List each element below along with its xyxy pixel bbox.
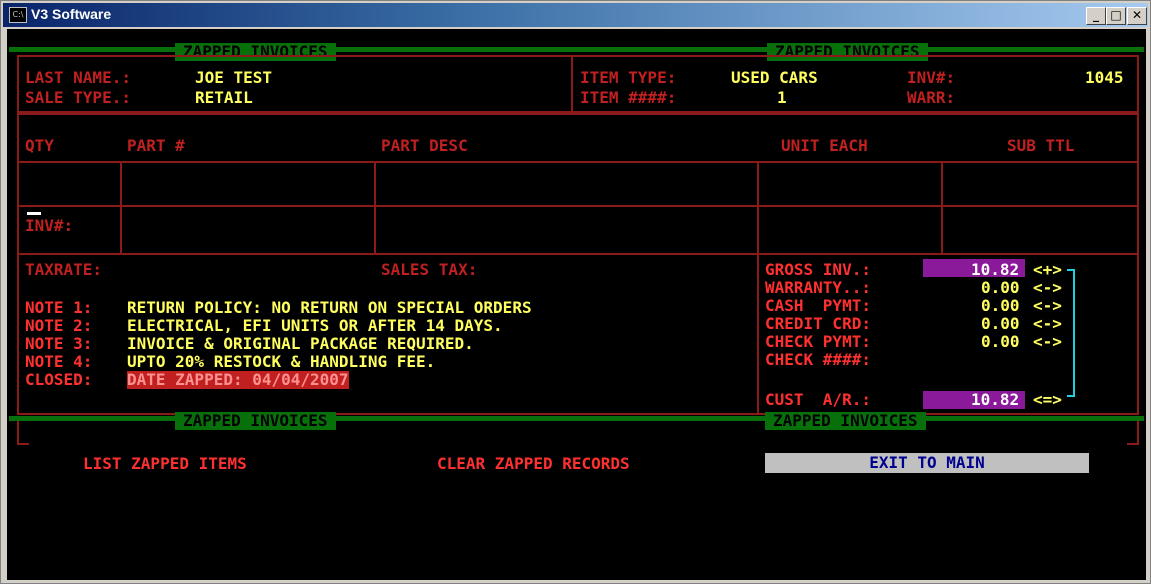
credit-crd-value[interactable]: 0.00 (981, 315, 1020, 333)
cash-pymt-value[interactable]: 0.00 (981, 297, 1020, 315)
last-name-label: LAST NAME.: (25, 68, 131, 87)
grid-hline (17, 205, 1139, 207)
warr-label: WARR: (907, 88, 956, 107)
gross-inv-value: 10.82 (971, 260, 1020, 279)
date-zapped: DATE ZAPPED: 04/04/2007 (127, 370, 349, 389)
totals-bracket (1073, 269, 1075, 397)
sale-type-value[interactable]: RETAIL (195, 89, 253, 107)
footer-title-right: ZAPPED INVOICES (765, 412, 926, 430)
summary-divider (757, 253, 759, 415)
frame-edge (17, 421, 19, 445)
col-sub-ttl: SUB TTL (1007, 136, 1075, 155)
grid-vline (374, 161, 376, 255)
col-qty: QTY (25, 136, 54, 155)
grid-vline (941, 161, 943, 255)
title-bar[interactable]: C:\ V3 Software _ □ ✕ (3, 3, 1148, 27)
app-window: C:\ V3 Software _ □ ✕ ZAPPED INVOICES ZA… (0, 0, 1151, 584)
inv-label: INV#: (907, 68, 956, 87)
note-2-label: NOTE 2: (25, 316, 93, 335)
check-pymt-value[interactable]: 0.00 (981, 333, 1020, 351)
warranty-sign: <-> (1033, 278, 1062, 297)
cash-pymt-sign: <-> (1033, 296, 1062, 315)
sales-tax-label: SALES TAX: (381, 260, 478, 279)
sale-type-label: SALE TYPE.: (25, 88, 131, 107)
warranty-value[interactable]: 0.00 (981, 279, 1020, 297)
frame-edge (1127, 443, 1139, 445)
note-3-label: NOTE 3: (25, 334, 93, 353)
last-name-value[interactable]: JOE TEST (195, 69, 272, 87)
col-unit-each: UNIT EACH (781, 136, 868, 155)
exit-to-main-button[interactable]: EXIT TO MAIN (765, 453, 1089, 473)
gross-inv-sign: <+> (1033, 260, 1062, 279)
credit-crd-label: CREDIT CRD: (765, 314, 871, 333)
maximize-button[interactable]: □ (1106, 7, 1126, 25)
credit-crd-sign: <-> (1033, 314, 1062, 333)
footer-title-left: ZAPPED INVOICES (175, 412, 336, 430)
cursor (27, 212, 41, 215)
grid-hline (17, 161, 1139, 163)
check-pymt-sign: <-> (1033, 332, 1062, 351)
note-4-label: NOTE 4: (25, 352, 93, 371)
col-part-desc: PART DESC (381, 136, 468, 155)
grid-vline (120, 161, 122, 255)
item-type-label: ITEM TYPE: (580, 68, 677, 87)
frame-edge (1137, 421, 1139, 445)
check-pymt-label: CHECK PYMT: (765, 332, 871, 351)
window-title: V3 Software (31, 6, 112, 22)
note-3-text[interactable]: INVOICE & ORIGINAL PACKAGE REQUIRED. (127, 335, 474, 353)
cust-ar-value: 10.82 (971, 390, 1020, 409)
taxrate-label: TAXRATE: (25, 260, 103, 279)
minimize-button[interactable]: _ (1086, 7, 1106, 25)
cust-ar-sign: <=> (1033, 390, 1062, 409)
note-2-text[interactable]: ELECTRICAL, EFI UNITS OR AFTER 14 DAYS. (127, 317, 503, 335)
cust-ar-label: CUST A/R.: (765, 390, 871, 409)
frame-edge (17, 443, 29, 445)
parts-table (17, 113, 1139, 255)
item-num-value[interactable]: 1 (777, 89, 787, 107)
col-part-num: PART # (127, 136, 185, 155)
note-1-label: NOTE 1: (25, 298, 93, 317)
console-icon[interactable]: C:\ (9, 7, 27, 23)
bracket-tick (1067, 395, 1075, 397)
check-num-label: CHECK ####: (765, 350, 871, 369)
item-num-label: ITEM ####: (580, 88, 677, 107)
inv-value[interactable]: 1045 (1085, 69, 1124, 87)
list-zapped-items-button[interactable]: LIST ZAPPED ITEMS (83, 455, 247, 473)
console-screen: ZAPPED INVOICES ZAPPED INVOICES LAST NAM… (7, 29, 1146, 580)
warranty-label: WARRANTY..: (765, 278, 871, 297)
note-4-text[interactable]: UPTO 20% RESTOCK & HANDLING FEE. (127, 353, 435, 371)
clear-zapped-records-button[interactable]: CLEAR ZAPPED RECORDS (437, 455, 630, 473)
inv-cursor-label[interactable]: INV#: (25, 217, 73, 235)
close-button[interactable]: ✕ (1127, 7, 1147, 25)
gross-inv-label: GROSS INV.: (765, 260, 871, 279)
grid-vline (757, 161, 759, 255)
closed-label: CLOSED: (25, 370, 93, 389)
bracket-tick (1067, 269, 1075, 271)
item-type-value[interactable]: USED CARS (731, 69, 818, 87)
cash-pymt-label: CASH PYMT: (765, 296, 871, 315)
note-1-text[interactable]: RETURN POLICY: NO RETURN ON SPECIAL ORDE… (127, 299, 532, 317)
